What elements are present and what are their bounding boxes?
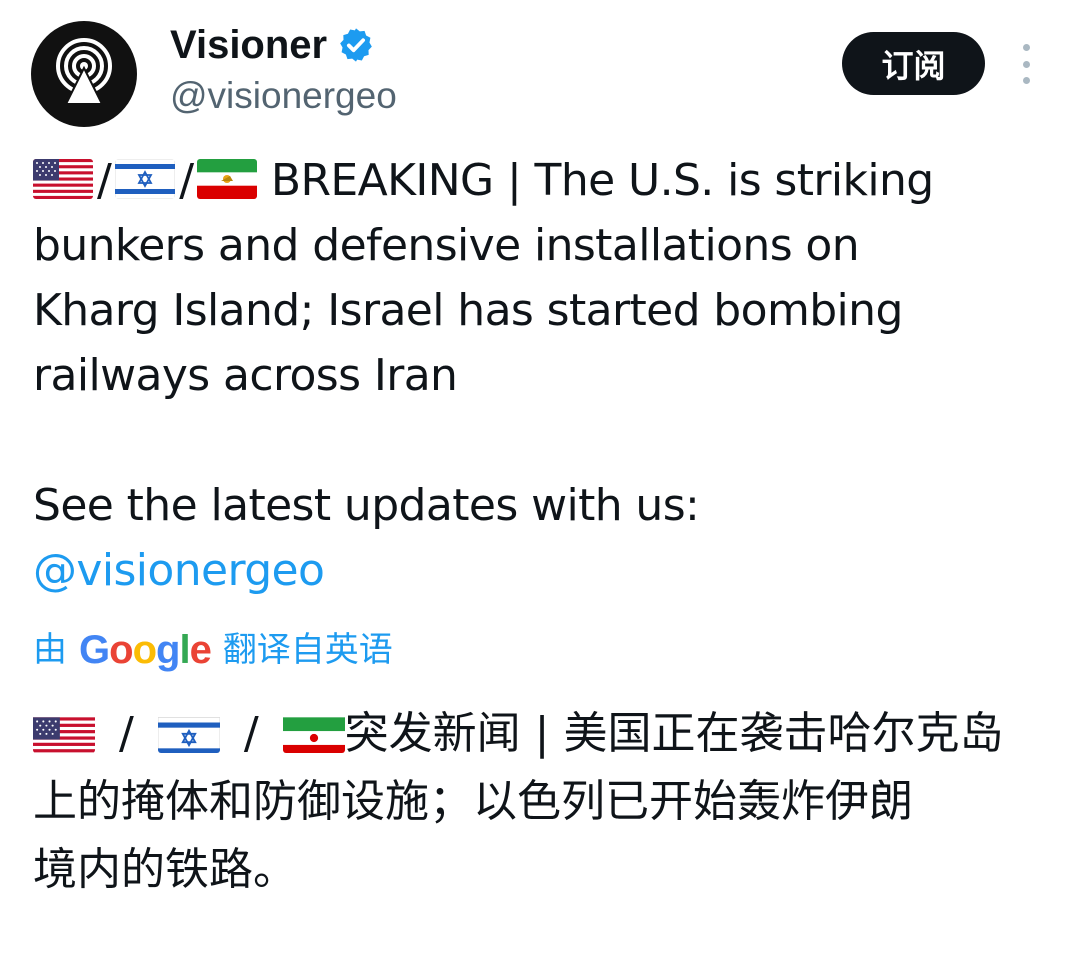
broadcast-tower-icon <box>56 38 112 105</box>
iran-flag-icon <box>282 711 345 753</box>
more-vertical-icon[interactable] <box>1012 44 1040 84</box>
israel-flag-icon <box>157 711 220 753</box>
us-flag-icon <box>33 711 95 753</box>
avatar[interactable] <box>31 21 137 127</box>
tweet-line-4: railways across Iran <box>33 350 458 401</box>
israel-flag-icon <box>115 159 176 199</box>
separator: / <box>97 155 112 206</box>
tweet-line-2: bunkers and defensive installations on <box>33 220 860 271</box>
separator: / <box>119 708 134 759</box>
translated-by-google[interactable]: 由 Google 翻译自英语 <box>33 628 393 672</box>
tweet-line-1-text: BREAKING | The U.S. is striking <box>270 155 934 206</box>
translation-line-3: 境内的铁路。 <box>33 844 297 895</box>
translated-text: / / 突发新闻 | 美国正在袭击哈尔克岛 上的掩体和防御设施；以色列已开始轰炸… <box>33 700 1063 904</box>
tweet-line-5: See the latest updates with us: <box>33 480 700 531</box>
tweet-text: / / BREAKING | The U.S. is striking bunk… <box>33 148 1053 603</box>
tweet-card: Visioner @visionergeo 订阅 / / BREAKING | … <box>0 0 1080 972</box>
tweet-line-1: / / BREAKING | The U.S. is striking <box>33 148 1053 213</box>
translation-line-1: / / 突发新闻 | 美国正在袭击哈尔克岛 <box>33 700 1063 768</box>
author-display-name[interactable]: Visioner <box>170 22 327 68</box>
author-handle[interactable]: @visionergeo <box>170 74 397 118</box>
tweet-line-3: Kharg Island; Israel has started bombing <box>33 285 903 336</box>
separator: / <box>243 708 259 759</box>
translation-line-1-text: 突发新闻 | 美国正在袭击哈尔克岛 <box>344 708 1004 759</box>
us-flag-icon <box>33 159 93 199</box>
verified-badge-icon <box>340 28 372 62</box>
translated-suffix: 翻译自英语 <box>222 630 393 670</box>
more-dot <box>1022 77 1030 84</box>
iran-flag-icon <box>197 159 258 199</box>
author-name-row[interactable]: Visioner <box>170 22 375 68</box>
mention-link[interactable]: @visionergeo <box>33 538 1053 603</box>
subscribe-button[interactable]: 订阅 <box>842 32 985 95</box>
translation-line-2: 上的掩体和防御设施；以色列已开始轰炸伊朗 <box>33 776 913 827</box>
google-logo: Google <box>79 628 212 672</box>
more-dot <box>1022 44 1030 51</box>
separator: / <box>179 155 194 206</box>
more-dot <box>1022 60 1030 68</box>
translated-prefix: 由 <box>33 630 67 670</box>
